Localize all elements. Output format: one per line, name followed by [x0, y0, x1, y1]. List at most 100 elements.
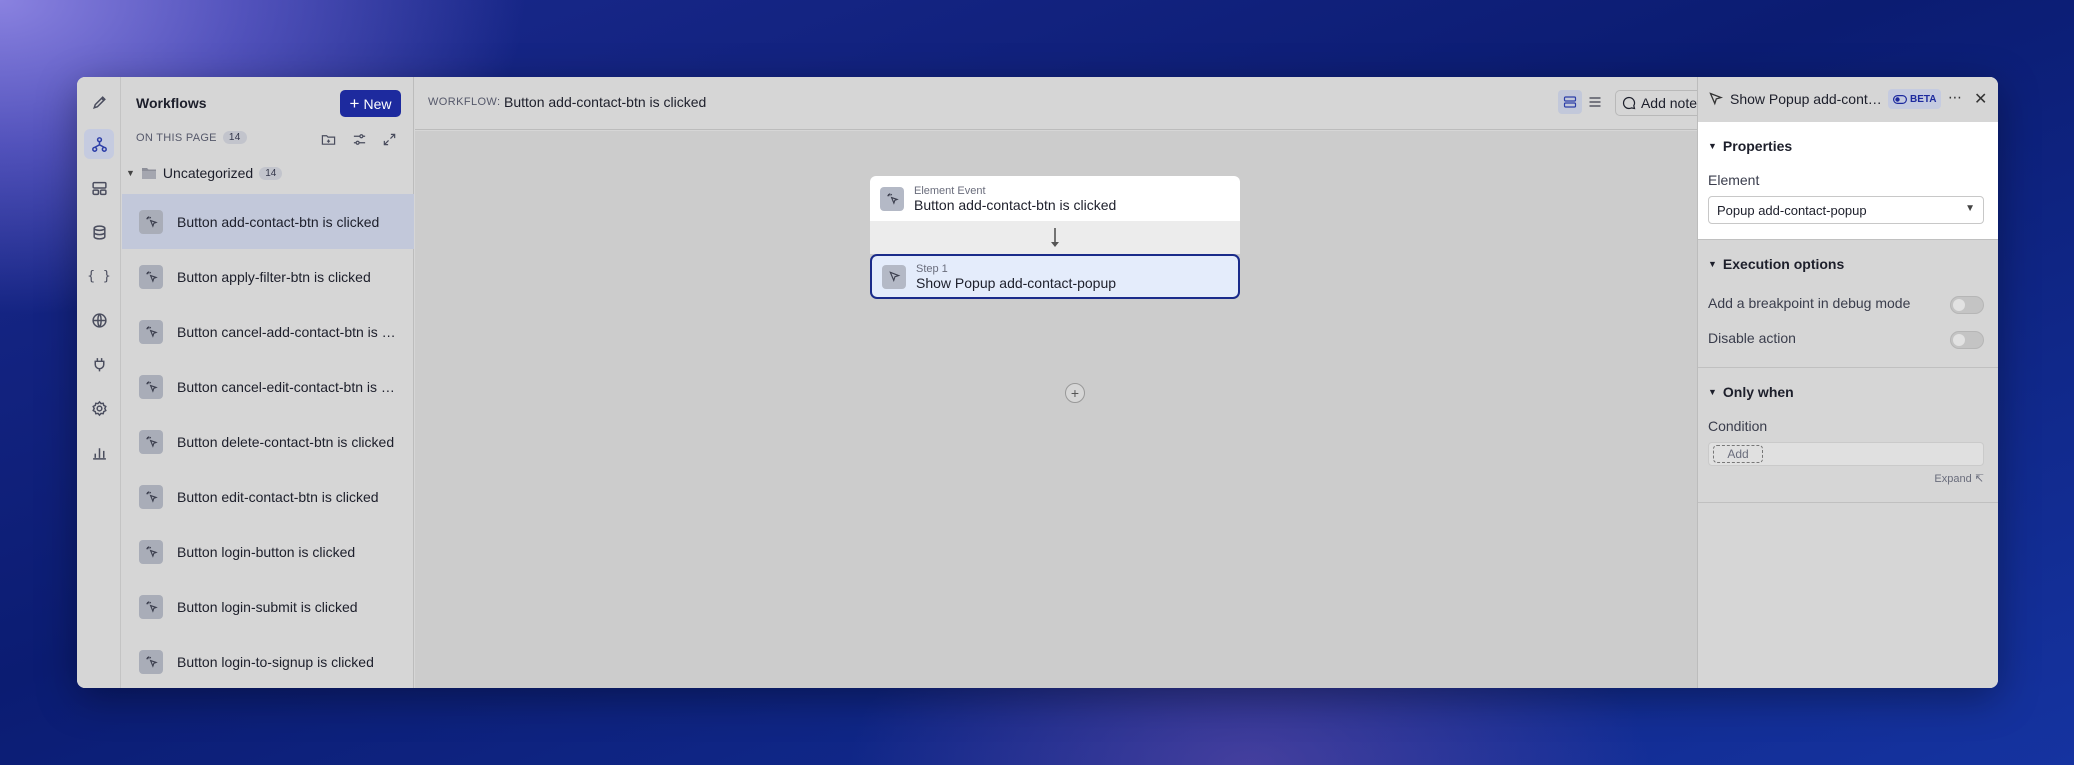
settings-gear-icon[interactable]	[84, 393, 114, 423]
more-options-icon[interactable]: ⋯	[1948, 89, 1963, 106]
plus-icon: +	[349, 93, 360, 113]
workflow-list-item[interactable]: Button edit-contact-btn is clicked	[122, 469, 414, 524]
only-when-toggle[interactable]: ▼ Only when	[1708, 384, 1794, 400]
new-workflow-button[interactable]: + New	[340, 90, 401, 117]
filter-sliders-icon[interactable]	[349, 129, 369, 149]
workflow-list-item[interactable]: Button login-button is clicked	[122, 524, 414, 579]
workflow-list-item[interactable]: Button cancel-add-contact-btn is clicked	[122, 304, 414, 359]
click-event-icon	[139, 209, 163, 234]
new-button-label: New	[363, 95, 392, 112]
trigger-node[interactable]: Element Event Button add-contact-btn is …	[870, 176, 1240, 221]
disable-action-label: Disable action	[1708, 330, 1796, 346]
click-event-icon	[139, 264, 163, 289]
layout-icon[interactable]	[84, 173, 114, 203]
chevron-down-icon: ▼	[126, 168, 135, 178]
left-rail: { }	[77, 77, 121, 688]
properties-title: Properties	[1722, 138, 1793, 154]
add-condition-button[interactable]: Add	[1713, 445, 1763, 463]
add-step-button[interactable]: +	[1065, 383, 1085, 403]
card-view-icon[interactable]	[1558, 90, 1582, 114]
click-event-icon	[139, 539, 163, 564]
trigger-name: Button add-contact-btn is clicked	[914, 196, 1117, 213]
element-select-value: Popup add-contact-popup	[1717, 202, 1867, 218]
expand-arrows-icon[interactable]	[379, 129, 399, 149]
beta-badge[interactable]: BETA	[1888, 89, 1942, 109]
add-notes-label: Add notes	[1640, 95, 1705, 111]
breakpoint-toggle[interactable]	[1950, 296, 1984, 314]
globe-icon[interactable]	[84, 305, 114, 335]
chevron-down-icon: ▼	[1965, 203, 1975, 214]
action-properties-panel: Show Popup add-contact-popup BETA ⋯ ✕ ▼ …	[1697, 77, 1998, 688]
condition-label: Condition	[1708, 418, 1768, 434]
click-event-icon	[880, 186, 904, 211]
pencil-icon[interactable]	[84, 87, 114, 117]
step-node[interactable]: Step 1 Show Popup add-contact-popup	[870, 254, 1240, 299]
disable-action-toggle[interactable]	[1950, 331, 1984, 349]
code-braces-icon[interactable]: { }	[84, 261, 114, 291]
workflow-list-item[interactable]: Button login-to-signup is clicked	[122, 634, 414, 688]
on-this-page-label: ON THIS PAGE 14	[136, 131, 247, 144]
workflow-item-label: Button login-to-signup is clicked	[177, 653, 374, 670]
workflow-list: Button add-contact-btn is clicked Button…	[122, 194, 414, 688]
expand-link[interactable]: Expand ↸	[1934, 472, 1984, 485]
properties-section: ▼ Properties Element Popup add-contact-p…	[1698, 122, 1998, 240]
app-window: { } Workflows + New ON THIS PAGE 14 ▼ Un…	[77, 77, 1998, 688]
workflow-count-badge: 14	[222, 131, 247, 144]
workflow-icon[interactable]	[84, 129, 114, 159]
execution-options-section: ▼ Execution options Add a breakpoint in …	[1698, 240, 1998, 368]
workflow-label: WORKFLOW:	[428, 96, 501, 108]
element-select[interactable]: Popup add-contact-popup ▼	[1708, 196, 1984, 224]
analytics-chart-icon[interactable]	[84, 437, 114, 467]
workflow-item-label: Button apply-filter-btn is clicked	[177, 268, 371, 285]
step-name: Show Popup add-contact-popup	[916, 274, 1117, 291]
workflow-canvas[interactable]: Element Event Button add-contact-btn is …	[415, 131, 1697, 688]
workflow-list-item[interactable]: Button apply-filter-btn is clicked	[122, 249, 414, 304]
properties-toggle[interactable]: ▼ Properties	[1708, 138, 1792, 154]
workflow-item-label: Button cancel-edit-contact-btn is clicke…	[177, 378, 397, 395]
workflows-sidebar: Workflows + New ON THIS PAGE 14 ▼ Uncate…	[122, 77, 414, 688]
folder-uncategorized[interactable]: ▼ Uncategorized 14	[126, 163, 283, 183]
step-kind: Step 1	[916, 262, 948, 275]
chevron-down-icon: ▼	[1708, 259, 1717, 269]
chevron-down-icon: ▼	[1708, 141, 1717, 151]
comment-icon	[1622, 96, 1636, 110]
sidebar-title: Workflows	[136, 95, 207, 111]
execution-options-toggle[interactable]: ▼ Execution options	[1708, 256, 1844, 272]
on-this-page-text: ON THIS PAGE	[136, 131, 217, 144]
click-event-icon	[139, 484, 163, 509]
breakpoint-label: Add a breakpoint in debug mode	[1708, 295, 1911, 311]
click-event-icon	[139, 429, 163, 454]
folder-name: Uncategorized	[162, 165, 254, 181]
panel-header: Show Popup add-contact-popup BETA ⋯ ✕	[1698, 77, 1998, 122]
panel-title: Show Popup add-contact-popup	[1730, 91, 1884, 107]
list-view-icon[interactable]	[1584, 90, 1608, 114]
workflow-list-item[interactable]: Button login-submit is clicked	[122, 579, 414, 634]
workflow-item-label: Button login-submit is clicked	[177, 598, 358, 615]
toggle-icon	[1893, 94, 1907, 104]
beta-label: BETA	[1910, 93, 1937, 105]
workflow-header: WORKFLOW: Button add-contact-btn is clic…	[415, 77, 1711, 130]
chevron-down-icon: ▼	[1708, 387, 1717, 397]
close-icon[interactable]: ✕	[1974, 89, 1987, 109]
trigger-kind: Element Event	[914, 184, 986, 197]
cursor-icon	[882, 264, 906, 289]
only-when-title: Only when	[1722, 384, 1794, 400]
cursor-icon	[1709, 92, 1724, 106]
workflow-flow: Element Event Button add-contact-btn is …	[870, 176, 1240, 300]
folder-count-badge: 14	[259, 166, 283, 180]
condition-field[interactable]: Add	[1708, 442, 1984, 466]
plugin-icon[interactable]	[84, 349, 114, 379]
workflow-name: Button add-contact-btn is clicked	[504, 94, 707, 110]
workflow-list-item[interactable]: Button delete-contact-btn is clicked	[122, 414, 414, 469]
click-event-icon	[139, 319, 163, 344]
database-icon[interactable]	[84, 217, 114, 247]
flow-connector	[870, 221, 1240, 254]
workflow-list-item[interactable]: Button add-contact-btn is clicked	[122, 194, 414, 249]
workflow-list-item[interactable]: Button cancel-edit-contact-btn is clicke…	[122, 359, 414, 414]
only-when-section: ▼ Only when Condition Add Expand ↸	[1698, 368, 1998, 503]
click-event-icon	[139, 374, 163, 399]
view-toggle	[1558, 90, 1607, 116]
new-folder-icon[interactable]	[318, 129, 338, 149]
workflow-item-label: Button delete-contact-btn is clicked	[177, 433, 395, 450]
workflow-item-label: Button add-contact-btn is clicked	[177, 213, 380, 230]
